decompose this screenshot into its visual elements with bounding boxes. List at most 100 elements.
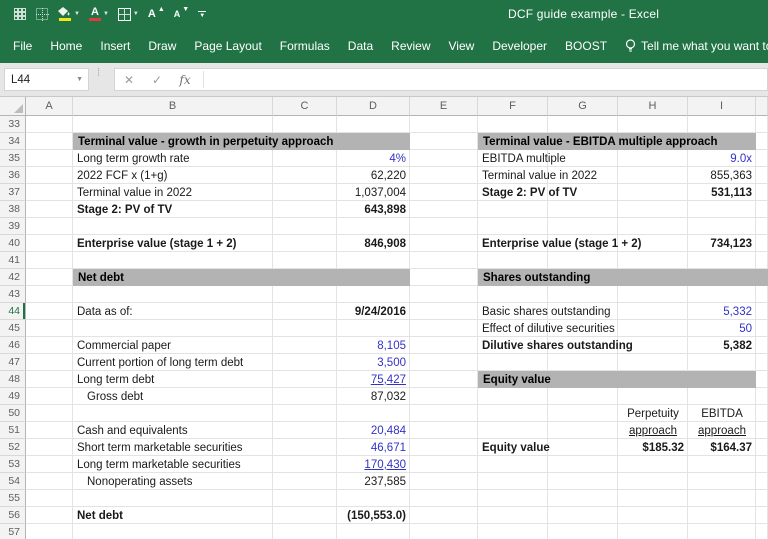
cell-D48[interactable]: 75,427: [337, 371, 410, 388]
column-header-C[interactable]: C: [273, 97, 337, 116]
tab-view[interactable]: View: [449, 39, 475, 53]
section-header-net-debt[interactable]: Net debt: [73, 269, 410, 286]
row-header-43[interactable]: 43: [0, 286, 26, 303]
font-color-button[interactable]: A ▼: [88, 7, 109, 21]
cell-D54[interactable]: 237,585: [337, 473, 410, 490]
column-header-G[interactable]: G: [548, 97, 618, 116]
row-header-44[interactable]: 44: [0, 303, 26, 320]
tab-data[interactable]: Data: [348, 39, 373, 53]
cell-D44[interactable]: 9/24/2016: [337, 303, 410, 320]
cell-F52[interactable]: Equity value: [478, 439, 550, 456]
cell-D51[interactable]: 20,484: [337, 422, 410, 439]
tab-boost[interactable]: BOOST: [565, 39, 607, 53]
cell-B49[interactable]: Gross debt: [73, 388, 273, 405]
cell-I45[interactable]: 50: [688, 320, 756, 337]
cell-I46[interactable]: 5,382: [688, 337, 756, 354]
section-header-shares-outstanding[interactable]: Shares outstanding: [478, 269, 768, 286]
cell-F37[interactable]: Stage 2: PV of TV: [478, 184, 577, 201]
cell-H51[interactable]: approach: [618, 422, 688, 439]
cell-D38[interactable]: 643,898: [337, 201, 410, 218]
insert-function-button[interactable]: fx: [171, 73, 199, 87]
tab-draw[interactable]: Draw: [148, 39, 176, 53]
increase-font-button[interactable]: A ▲: [148, 6, 165, 20]
cell-D53[interactable]: 170,430: [337, 456, 410, 473]
row-header-48[interactable]: 48: [0, 371, 26, 388]
customize-qat-button[interactable]: ▼: [198, 10, 207, 19]
cell-B53[interactable]: Long term marketable securities: [73, 456, 273, 473]
cell-F45[interactable]: Effect of dilutive securities: [478, 320, 615, 337]
cell-I44[interactable]: 5,332: [688, 303, 756, 320]
grid-style-1-button[interactable]: [14, 7, 27, 21]
cell-F46[interactable]: Dilutive shares outstanding: [478, 337, 633, 354]
row-header-51[interactable]: 51: [0, 422, 26, 439]
cell-D49[interactable]: 87,032: [337, 388, 410, 405]
row-header-57[interactable]: 57: [0, 524, 26, 539]
tab-insert[interactable]: Insert: [100, 39, 130, 53]
cell-B52[interactable]: Short term marketable securities: [73, 439, 273, 456]
row-header-41[interactable]: 41: [0, 252, 26, 269]
column-header-I[interactable]: I: [688, 97, 756, 116]
row-header-53[interactable]: 53: [0, 456, 26, 473]
column-header-E[interactable]: E: [410, 97, 478, 116]
cell-I35[interactable]: 9.0x: [688, 150, 756, 167]
cell-F35[interactable]: EBITDA multiple: [478, 150, 566, 167]
cell-D46[interactable]: 8,105: [337, 337, 410, 354]
cell-I52[interactable]: $164.37: [688, 439, 756, 456]
cell-D56[interactable]: (150,553.0): [337, 507, 410, 524]
decrease-font-button[interactable]: A ▼: [174, 6, 189, 19]
cell-B46[interactable]: Commercial paper: [73, 337, 273, 354]
row-header-52[interactable]: 52: [0, 439, 26, 456]
row-header-35[interactable]: 35: [0, 150, 26, 167]
row-header-45[interactable]: 45: [0, 320, 26, 337]
tab-formulas[interactable]: Formulas: [280, 39, 330, 53]
select-all-button[interactable]: [0, 97, 26, 116]
cell-F44[interactable]: Basic shares outstanding: [478, 303, 611, 320]
cell-F40[interactable]: Enterprise value (stage 1 + 2): [478, 235, 641, 252]
name-box[interactable]: L44 ▼: [4, 68, 89, 91]
formula-bar-handle[interactable]: ⁞: [97, 68, 100, 79]
cell-B48[interactable]: Long term debt: [73, 371, 273, 388]
cell-B37[interactable]: Terminal value in 2022: [73, 184, 273, 201]
row-header-42[interactable]: 42: [0, 269, 26, 286]
column-header-D[interactable]: D: [337, 97, 410, 116]
column-header-A[interactable]: A: [26, 97, 73, 116]
cell-I37[interactable]: 531,113: [688, 184, 756, 201]
row-header-49[interactable]: 49: [0, 388, 26, 405]
row-header-50[interactable]: 50: [0, 405, 26, 422]
row-header-47[interactable]: 47: [0, 354, 26, 371]
cell-D40[interactable]: 846,908: [337, 235, 410, 252]
cell-B44[interactable]: Data as of:: [73, 303, 273, 320]
column-header-F[interactable]: F: [478, 97, 548, 116]
borders-button[interactable]: ▼: [117, 7, 139, 21]
tell-me-box[interactable]: Tell me what you want to d: [625, 39, 768, 53]
cell-I36[interactable]: 855,363: [688, 167, 756, 184]
column-header-H[interactable]: H: [618, 97, 688, 116]
section-header-terminal-value-ebitda-multiple-approach[interactable]: Terminal value - EBITDA multiple approac…: [478, 133, 756, 150]
row-header-37[interactable]: 37: [0, 184, 26, 201]
section-header-equity-value[interactable]: Equity value: [478, 371, 756, 388]
row-header-34[interactable]: 34: [0, 133, 26, 150]
row-header-39[interactable]: 39: [0, 218, 26, 235]
fill-color-button[interactable]: ▼: [58, 7, 80, 21]
cell-D35[interactable]: 4%: [337, 150, 410, 167]
tab-home[interactable]: Home: [50, 39, 82, 53]
column-header-B[interactable]: B: [73, 97, 273, 116]
tab-review[interactable]: Review: [391, 39, 430, 53]
cell-B36[interactable]: 2022 FCF x (1+g): [73, 167, 273, 184]
cell-B47[interactable]: Current portion of long term debt: [73, 354, 273, 371]
cell-D52[interactable]: 46,671: [337, 439, 410, 456]
tab-file[interactable]: File: [13, 39, 32, 53]
cell-B56[interactable]: Net debt: [73, 507, 273, 524]
grid-style-2-button[interactable]: [36, 7, 49, 21]
tab-page-layout[interactable]: Page Layout: [194, 39, 261, 53]
formula-input[interactable]: [208, 69, 767, 90]
cell-I40[interactable]: 734,123: [688, 235, 756, 252]
cell-F36[interactable]: Terminal value in 2022: [478, 167, 597, 184]
row-header-55[interactable]: 55: [0, 490, 26, 507]
section-header-terminal-value-growth-in-perpetuity-approach[interactable]: Terminal value - growth in perpetuity ap…: [73, 133, 410, 150]
row-header-36[interactable]: 36: [0, 167, 26, 184]
cell-I50[interactable]: EBITDA: [688, 405, 756, 422]
row-header-56[interactable]: 56: [0, 507, 26, 524]
cell-I51[interactable]: approach: [688, 422, 756, 439]
cell-B38[interactable]: Stage 2: PV of TV: [73, 201, 273, 218]
